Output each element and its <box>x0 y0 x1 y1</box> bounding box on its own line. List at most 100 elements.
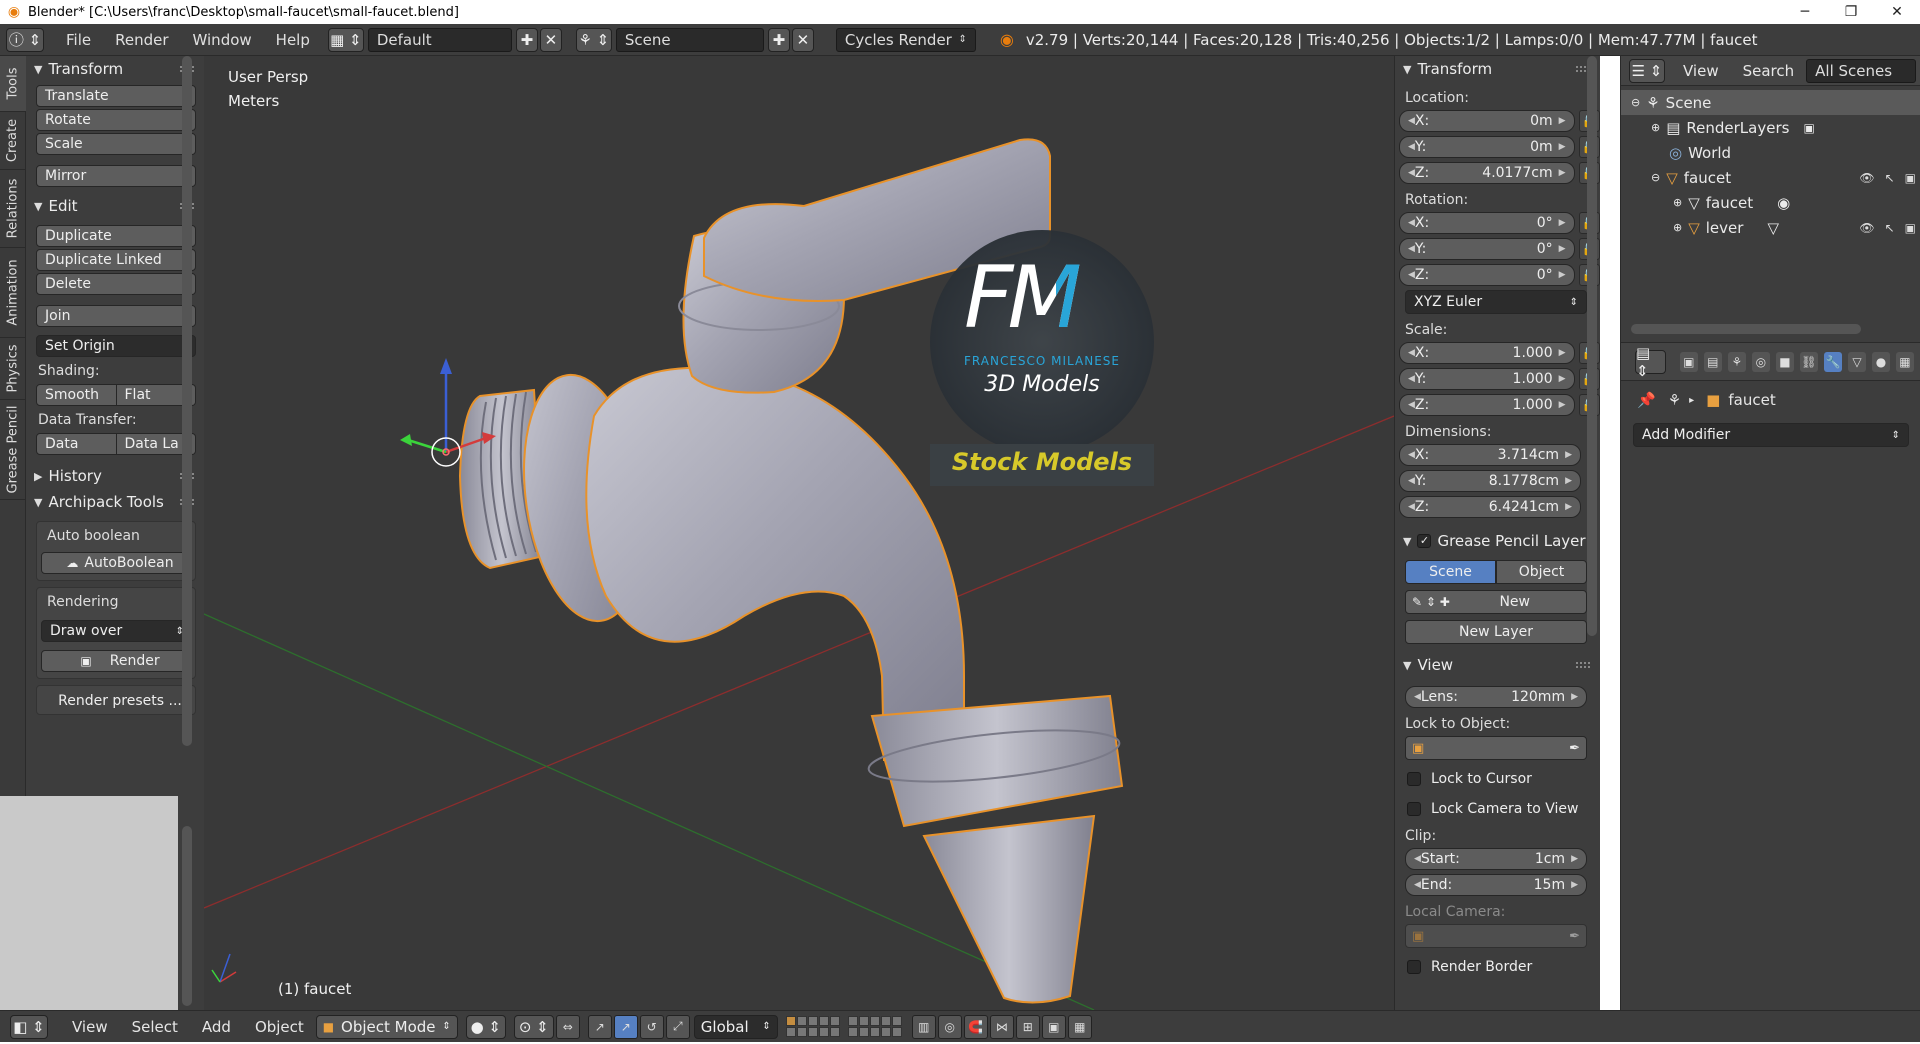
checkbox-box[interactable] <box>1407 960 1421 974</box>
set-origin-dropdown[interactable]: Set Origin⇕ <box>36 335 196 357</box>
modifiers-tab-icon[interactable]: 🔧 <box>1823 351 1842 372</box>
panel-transform-header[interactable]: ▼ Transform <box>26 56 204 82</box>
collapse-minus-icon[interactable]: ⊖ <box>1651 171 1660 184</box>
join-button[interactable]: Join <box>36 305 196 327</box>
grease-object-button[interactable]: Object <box>1496 560 1587 584</box>
interaction-mode-dropdown[interactable]: ■ Object Mode ⇕ <box>315 1014 458 1039</box>
close-button[interactable]: ✕ <box>1874 0 1920 24</box>
scale-z-field[interactable]: ◀ Z: 1.000 ▶ <box>1399 394 1575 416</box>
lock-layers-icon[interactable]: ▥ <box>911 1014 936 1039</box>
outliner-editor-type-icon[interactable]: ☰ ⇕ <box>1629 58 1665 83</box>
mirror-button[interactable]: Mirror <box>36 165 196 187</box>
add-screen-icon[interactable]: ✚ <box>515 27 538 52</box>
3d-viewport[interactable]: FM FM FRANCESCO MILANESE 3D Models Stock… <box>204 56 1394 1010</box>
tab-animation[interactable]: Animation <box>0 248 26 338</box>
tab-grease-pencil[interactable]: Grease Pencil <box>0 400 26 500</box>
lock-cursor-checkbox[interactable]: Lock to Cursor <box>1407 768 1600 790</box>
data-button[interactable]: Data <box>36 433 117 455</box>
render-tab-icon[interactable]: ▣ <box>1679 351 1698 372</box>
rotate-button[interactable]: Rotate <box>36 109 196 131</box>
rotation-x-field[interactable]: ◀ X: 0° ▶ <box>1399 212 1575 234</box>
render-camera-icon[interactable]: ▣ <box>1905 221 1916 235</box>
object-tab-icon[interactable]: ■ <box>1775 351 1794 372</box>
screen-layout-field[interactable]: Default <box>367 27 512 52</box>
auto-boolean-button[interactable]: ☁ AutoBoolean <box>41 552 191 574</box>
outliner-menu-search[interactable]: Search <box>1731 56 1807 86</box>
manipulator-y-axis[interactable] <box>407 438 447 454</box>
location-z-field[interactable]: ◀ Z: 4.0177cm ▶ <box>1399 162 1575 184</box>
panel-edit-header[interactable]: ▼ Edit <box>26 193 204 219</box>
eye-icon[interactable]: 👁 <box>1859 221 1874 235</box>
viewport-canvas[interactable] <box>204 56 1394 1010</box>
editor-type-info-icon[interactable]: ⓘ ⇕ <box>6 27 44 52</box>
minimize-button[interactable]: ─ <box>1782 0 1828 24</box>
render-engine-dropdown[interactable]: Cycles Render ⇕ <box>835 27 976 52</box>
outliner-item-renderlayers[interactable]: ⊕ ▤ RenderLayers ▣ <box>1621 115 1920 140</box>
menu-render[interactable]: Render <box>103 24 180 56</box>
scale-x-field[interactable]: ◀ X: 1.000 ▶ <box>1399 342 1575 364</box>
pin-icon[interactable]: 📌 <box>1637 391 1656 409</box>
snap-toggle-icon[interactable]: 🧲 <box>963 1014 988 1039</box>
panel-history-header[interactable]: ▶ History <box>26 463 204 489</box>
add-scene-icon[interactable]: ✚ <box>767 27 790 52</box>
lens-field[interactable]: ◀ Lens: 120mm ▶ <box>1405 686 1587 708</box>
expand-plus-icon[interactable]: ⊕ <box>1673 221 1682 234</box>
translate-button[interactable]: Translate <box>36 85 196 107</box>
scene-selector-icon[interactable]: ⚘ ⇕ <box>575 27 612 52</box>
dimensions-y-field[interactable]: ◀ Y: 8.1778cm ▶ <box>1399 470 1581 492</box>
outliner-filter-dropdown[interactable]: All Scenes <box>1806 58 1917 83</box>
remove-scene-icon[interactable]: ✕ <box>791 27 814 52</box>
outliner-item-faucet-object[interactable]: ⊖ ▽ faucet 👁 ↖ ▣ <box>1621 165 1920 190</box>
scale-button[interactable]: Scale <box>36 133 196 155</box>
manipulator-y-arrow[interactable] <box>400 434 412 446</box>
grease-new-layer-button[interactable]: New Layer <box>1405 620 1587 644</box>
move-manipulator-icon[interactable]: ↗ <box>613 1014 638 1039</box>
eye-icon[interactable]: 👁 <box>1859 171 1874 185</box>
world-tab-icon[interactable]: ◎ <box>1751 351 1770 372</box>
screen-layout-icon[interactable]: ▦ ⇕ <box>327 27 364 52</box>
duplicate-button[interactable]: Duplicate <box>36 225 196 247</box>
properties-editor-type-icon[interactable]: ▤ ⇕ <box>1635 344 1666 380</box>
grease-pencil-header[interactable]: ▼ ✓ Grease Pencil Layer <box>1395 528 1600 554</box>
tab-physics[interactable]: Physics <box>0 338 26 400</box>
proportional-edit-icon[interactable]: ◎ <box>937 1014 962 1039</box>
outliner-item-faucet-mesh[interactable]: ⊕ ▽ faucet ◉ <box>1621 190 1920 215</box>
outliner-item-scene[interactable]: ⊖ ⚘ Scene <box>1621 90 1920 115</box>
render-presets-button[interactable]: Render presets ... <box>41 690 191 712</box>
render-border-checkbox[interactable]: Render Border <box>1407 956 1600 978</box>
scene-field[interactable]: Scene <box>615 27 764 52</box>
rotate-manipulator-icon[interactable]: ↺ <box>639 1014 664 1039</box>
grease-pencil-checkbox[interactable]: ✓ <box>1417 534 1432 548</box>
menu-select[interactable]: Select <box>120 1011 190 1043</box>
panel-archipack-header[interactable]: ▼ Archipack Tools <box>26 489 204 515</box>
eyedropper-icon[interactable]: ✒ <box>1569 929 1580 944</box>
rotation-y-field[interactable]: ◀ Y: 0° ▶ <box>1399 238 1575 260</box>
expand-plus-icon[interactable]: ⊕ <box>1673 196 1682 209</box>
delete-button[interactable]: Delete <box>36 273 196 295</box>
lock-camera-checkbox[interactable]: Lock Camera to View <box>1407 798 1600 820</box>
checkbox-box[interactable] <box>1407 802 1421 816</box>
layer-grid-b[interactable] <box>847 1016 902 1037</box>
outliner-item-world[interactable]: ◎ World <box>1621 140 1920 165</box>
lock-object-field[interactable]: ▣ ✒ <box>1405 736 1587 760</box>
manipulator-toggle-icon[interactable]: ⇔ <box>555 1014 580 1039</box>
pivot-point-dropdown[interactable]: ⊙ ⇕ <box>513 1014 554 1039</box>
cursor-icon[interactable]: ↖ <box>1885 221 1895 235</box>
viewport-shading-dropdown[interactable]: ● ⇕ <box>465 1014 506 1039</box>
maximize-button[interactable]: ❐ <box>1828 0 1874 24</box>
opengl-anim-icon[interactable]: ▦ <box>1067 1014 1092 1039</box>
toolshelf-scrollbar[interactable] <box>182 56 192 746</box>
location-x-field[interactable]: ◀ X: 0m ▶ <box>1399 110 1575 132</box>
draw-over-dropdown[interactable]: Draw over ⇕ <box>41 620 191 642</box>
layer-grid-a[interactable] <box>785 1016 840 1037</box>
menu-window[interactable]: Window <box>181 24 264 56</box>
data-tab-icon[interactable]: ▽ <box>1847 351 1866 372</box>
material-tab-icon[interactable]: ● <box>1871 351 1890 372</box>
scale-y-field[interactable]: ◀ Y: 1.000 ▶ <box>1399 368 1575 390</box>
viewport-editor-type-icon[interactable]: ◧ ⇕ <box>10 1014 48 1039</box>
menu-help[interactable]: Help <box>264 24 322 56</box>
grease-new-button[interactable]: ✎ ⇕ ✚ New <box>1405 590 1587 614</box>
n-view-header[interactable]: ▼ View <box>1395 652 1600 678</box>
tab-create[interactable]: Create <box>0 112 26 170</box>
menu-object[interactable]: Object <box>243 1011 316 1043</box>
